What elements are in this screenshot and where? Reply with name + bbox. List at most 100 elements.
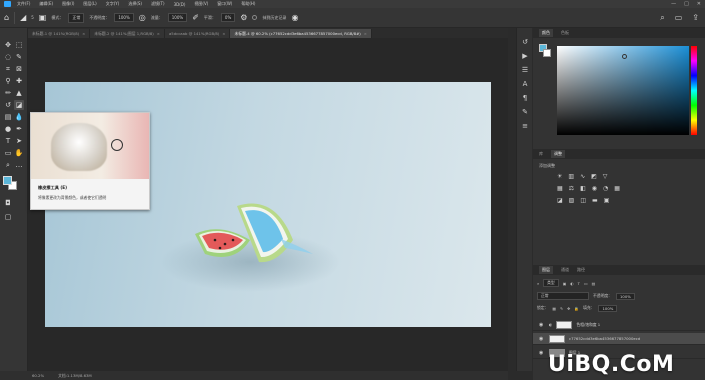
invert-icon[interactable]: ◪ xyxy=(557,197,563,204)
workspace-icon[interactable]: ▭ xyxy=(675,13,683,23)
search-icon[interactable]: ⌕ xyxy=(660,13,664,23)
layer-row[interactable]: ◉ ◐ 色相/饱和度 1 xyxy=(533,319,705,331)
tab-swatches[interactable]: 色板 xyxy=(561,30,569,36)
color-picker-field[interactable] xyxy=(557,46,689,135)
blend-mode-select[interactable]: 正常 xyxy=(537,292,589,300)
layer-thumbnail[interactable] xyxy=(549,334,565,343)
layer-name[interactable]: 色相/饱和度 1 xyxy=(576,322,600,328)
brush-tool-icon[interactable]: ✏ xyxy=(3,88,13,98)
hue-saturation-icon[interactable]: ▦ xyxy=(557,185,563,192)
paragraph-icon[interactable]: ¶ xyxy=(520,94,530,103)
posterize-icon[interactable]: ▨ xyxy=(569,197,575,204)
mode-select[interactable]: 正常 xyxy=(68,12,85,23)
layer-row-selected[interactable]: ◉ c77652cdd3e6ba4536677857000ecd xyxy=(533,333,705,345)
eraser-tool-icon[interactable]: ◢ xyxy=(20,13,26,22)
brush-size[interactable]: 5 xyxy=(31,15,34,20)
menu-type[interactable]: 文字(Y) xyxy=(106,1,120,7)
properties-icon[interactable]: ☰ xyxy=(520,66,530,75)
home-icon[interactable]: ⌂ xyxy=(4,13,9,22)
visibility-eye-icon[interactable]: ◉ xyxy=(539,322,545,328)
menu-select[interactable]: 选择(S) xyxy=(128,1,142,7)
eraser-tool-icon[interactable]: ◪ xyxy=(14,100,24,110)
menu-layer[interactable]: 图层(L) xyxy=(83,1,96,7)
threshold-icon[interactable]: ◫ xyxy=(580,197,586,204)
close-icon[interactable]: × xyxy=(157,31,160,36)
share-icon[interactable]: ⇪ xyxy=(692,13,699,23)
move-tool-icon[interactable]: ✥ xyxy=(3,40,13,50)
brush-settings-icon[interactable]: ✎ xyxy=(520,108,530,117)
smoothing-input[interactable]: 0% xyxy=(220,13,236,22)
curves-icon[interactable]: ∿ xyxy=(580,173,585,180)
visibility-eye-icon[interactable]: ◉ xyxy=(539,336,545,342)
photo-filter-icon[interactable]: ◉ xyxy=(592,185,597,192)
path-select-tool-icon[interactable]: ➤ xyxy=(14,136,24,146)
menu-view[interactable]: 视图(V) xyxy=(194,1,208,7)
menu-file[interactable]: 文件(F) xyxy=(17,1,30,7)
photoshop-logo-icon[interactable] xyxy=(4,1,11,7)
minimize-icon[interactable]: — xyxy=(671,1,676,7)
eyedropper-tool-icon[interactable]: ⚲ xyxy=(3,76,13,86)
type-tool-icon[interactable]: T xyxy=(3,136,13,146)
lock-position-icon[interactable]: ✥ xyxy=(567,306,570,311)
levels-icon[interactable]: ▥ xyxy=(568,173,574,180)
menu-edit[interactable]: 编辑(E) xyxy=(39,1,53,7)
blur-tool-icon[interactable]: 💧 xyxy=(14,112,24,122)
screen-mode-icon[interactable]: ▢ xyxy=(3,212,13,222)
tab-document-3[interactable]: a5dccaab @ 141%(RGB/8) × xyxy=(164,29,231,38)
lasso-tool-icon[interactable]: ◌ xyxy=(3,52,13,62)
vibrance-icon[interactable]: ▽ xyxy=(603,173,608,180)
tab-document-2[interactable]: 未标题-2 @ 141%(图层 1,RGB/8) × xyxy=(90,29,165,38)
close-icon[interactable]: × xyxy=(82,31,85,36)
exposure-icon[interactable]: ◩ xyxy=(591,173,597,180)
marquee-tool-icon[interactable]: ⬚ xyxy=(14,40,24,50)
tab-document-4[interactable]: 未标题-4 @ 60.2% (c77652cdd3e6ba45366778570… xyxy=(230,29,372,38)
close-icon[interactable]: × xyxy=(364,31,367,36)
color-balance-icon[interactable]: ⚖ xyxy=(569,185,574,192)
layer-mask-thumbnail[interactable] xyxy=(556,320,573,329)
rectangle-tool-icon[interactable]: ▭ xyxy=(3,148,13,158)
brush-panel-icon[interactable]: ▣ xyxy=(39,13,47,22)
flow-input[interactable]: 100% xyxy=(167,13,188,22)
foreground-color-swatch[interactable] xyxy=(3,176,12,185)
gradient-tool-icon[interactable]: ▤ xyxy=(3,112,13,122)
tab-adjustments[interactable]: 调整 xyxy=(551,150,565,158)
menu-image[interactable]: 图像(I) xyxy=(62,1,74,7)
pen-tool-icon[interactable]: ✒ xyxy=(14,124,24,134)
glyphs-icon[interactable]: ≡ xyxy=(520,122,530,131)
fill-input[interactable]: 100% xyxy=(598,304,618,312)
stamp-tool-icon[interactable]: ▲ xyxy=(14,88,24,98)
tab-color[interactable]: 颜色 xyxy=(539,29,553,37)
filter-type-icon[interactable]: T xyxy=(578,281,580,286)
visibility-eye-icon[interactable]: ◉ xyxy=(539,350,545,356)
close-icon[interactable]: ✕ xyxy=(697,1,701,7)
selective-color-icon[interactable]: ▣ xyxy=(604,197,610,204)
quick-mask-icon[interactable]: ◘ xyxy=(3,198,13,208)
menu-3d[interactable]: 3D(D) xyxy=(174,2,186,7)
color-lookup-icon[interactable]: ▦ xyxy=(614,185,620,192)
gear-icon[interactable]: ⚙ xyxy=(240,13,247,22)
layer-filter-select[interactable]: 类型 xyxy=(543,279,559,287)
actions-icon[interactable]: ▶ xyxy=(520,52,530,61)
color-picker-cursor[interactable] xyxy=(622,54,627,59)
maximize-icon[interactable]: □ xyxy=(684,1,689,7)
pressure-size-icon[interactable]: ◉ xyxy=(291,13,298,22)
dodge-tool-icon[interactable]: ● xyxy=(3,124,13,134)
brightness-icon[interactable]: ☀ xyxy=(557,173,562,180)
frame-tool-icon[interactable]: ⊠ xyxy=(14,64,24,74)
zoom-level[interactable]: 60.2% xyxy=(32,373,44,378)
pressure-opacity-icon[interactable]: ◎ xyxy=(139,13,146,22)
hue-slider[interactable] xyxy=(691,46,697,135)
opacity-input[interactable]: 100% xyxy=(114,13,134,22)
character-icon[interactable]: A xyxy=(520,80,530,89)
hand-tool-icon[interactable]: ✋ xyxy=(14,148,24,158)
close-icon[interactable]: × xyxy=(222,31,225,36)
layer-opacity-input[interactable]: 100% xyxy=(615,292,635,300)
lock-all-icon[interactable]: 🔒 xyxy=(574,306,579,311)
tab-document-1[interactable]: 未标题-1 @ 141%(RGB/8) × xyxy=(28,29,91,38)
menu-filter[interactable]: 滤镜(T) xyxy=(151,1,165,7)
tab-channels[interactable]: 通道 xyxy=(561,267,569,273)
lock-image-icon[interactable]: ✎ xyxy=(560,306,563,311)
menu-window[interactable]: 窗口(W) xyxy=(217,1,232,7)
filter-adjust-icon[interactable]: ◐ xyxy=(570,281,573,286)
history-icon[interactable]: ↺ xyxy=(520,38,530,47)
